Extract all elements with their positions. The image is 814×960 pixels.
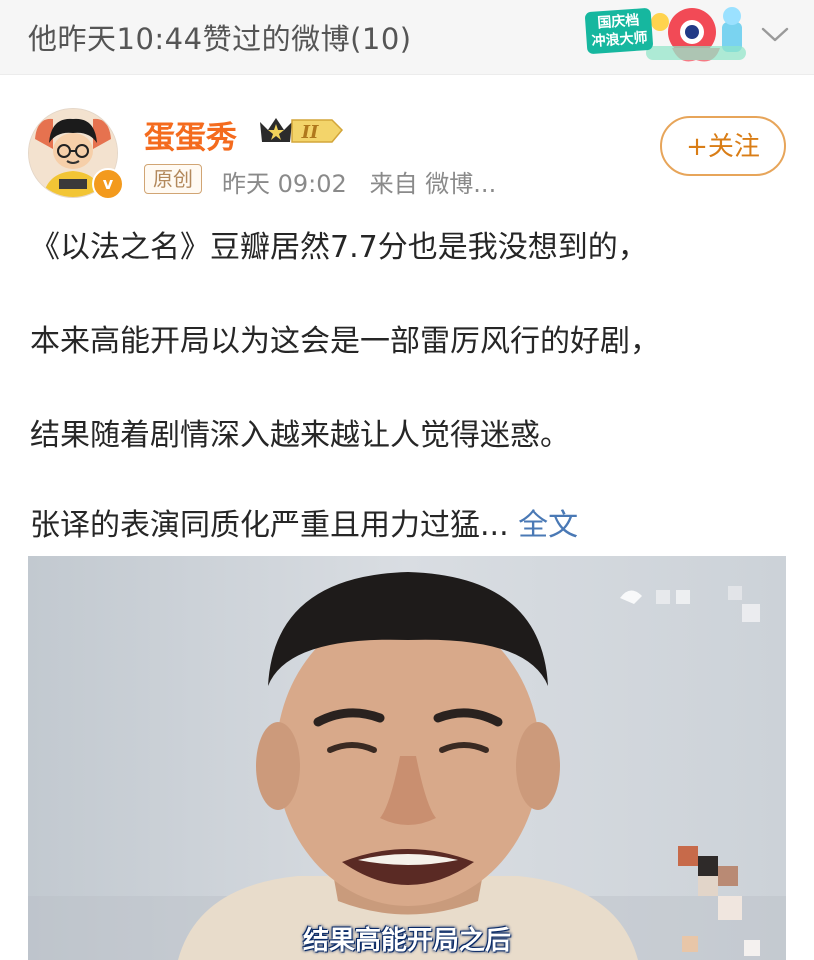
video-thumbnail-illustration: [28, 556, 786, 960]
level-text: II: [301, 122, 319, 143]
post-line-3: 结果随着剧情深入越来越让人觉得迷惑。: [30, 418, 570, 453]
video-subtitle: 结果高能开局之后: [302, 926, 511, 956]
chevron-down-icon[interactable]: [760, 22, 790, 46]
post-meta: 昨天 09:02 来自 微博...: [222, 170, 497, 198]
crown-level-icon: II: [260, 118, 344, 143]
original-tag: 原创: [144, 164, 202, 194]
post-line-4: 张译的表演同质化严重且用力过猛... 全文: [30, 500, 578, 544]
post-line-1: 《以法之名》豆瓣居然7.7分也是我没想到的，: [30, 230, 648, 265]
liked-posts-title: 他昨天10:44赞过的微博(10): [28, 22, 412, 56]
badge-label: 国庆档 冲浪大师: [584, 7, 654, 55]
full-text-link[interactable]: 全文: [518, 508, 578, 543]
national-day-badge[interactable]: 国庆档 冲浪大师: [576, 4, 752, 74]
post-line-2: 本来高能开局以为这会是一部雷厉风行的好剧，: [30, 324, 660, 359]
post-image[interactable]: 结果高能开局之后: [28, 556, 786, 960]
verified-badge-icon: v: [92, 168, 124, 200]
post-line-4-text: 张译的表演同质化严重且用力过猛...: [30, 508, 509, 543]
top-header: 他昨天10:44赞过的微博(10) 国庆档 冲浪大师: [0, 0, 814, 75]
follow-button[interactable]: +关注: [660, 116, 786, 176]
username[interactable]: 蛋蛋秀: [144, 112, 237, 157]
